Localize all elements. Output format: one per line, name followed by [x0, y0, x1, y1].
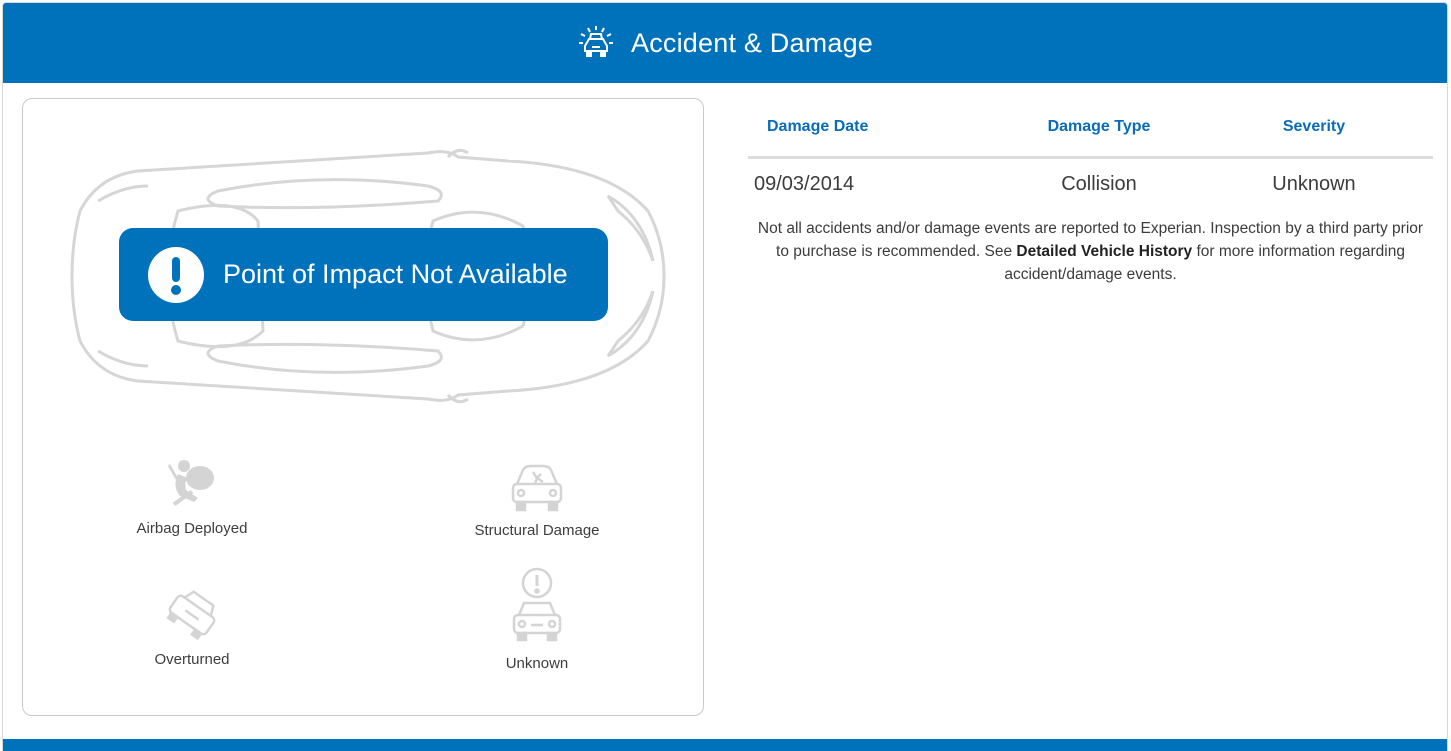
disclaimer-note: Not all accidents and/or damage events a…	[748, 217, 1433, 286]
overturned-car-icon	[166, 590, 216, 641]
accident-damage-card: Accident & Damage Point of Impact Not Av…	[2, 2, 1448, 751]
cell-damage-date: 09/03/2014	[754, 172, 855, 195]
next-section-header	[3, 739, 1447, 751]
table-row: 09/03/2014 Collision Unknown	[748, 159, 1433, 209]
cell-severity: Unknown	[1272, 172, 1356, 195]
section-title: Accident & Damage	[630, 27, 874, 58]
cell-damage-type: Collision	[1061, 172, 1137, 195]
structural-damage-icon	[511, 464, 563, 512]
unknown-damage-icon	[512, 567, 562, 642]
exclamation-icon	[148, 246, 204, 303]
detailed-vehicle-history-link[interactable]: Detailed Vehicle History	[1016, 243, 1192, 260]
legend-label: Airbag Deployed	[136, 520, 248, 537]
legend-label: Unknown	[505, 655, 569, 672]
column-header-damage-type: Damage Type	[1047, 118, 1151, 135]
column-header-severity: Severity	[1282, 118, 1346, 135]
car-crash-icon	[577, 24, 615, 62]
legend-label: Structural Damage	[474, 522, 600, 539]
legend-airbag-deployed: Airbag Deployed	[92, 456, 292, 537]
impact-diagram-panel: Point of Impact Not Available Airbag Dep…	[22, 98, 704, 716]
airbag-icon	[168, 460, 214, 506]
table-header: Damage Date Damage Type Severity	[748, 98, 1433, 159]
point-of-impact-banner: Point of Impact Not Available	[119, 228, 608, 321]
legend-structural-damage: Structural Damage	[437, 462, 637, 539]
damage-records: Damage Date Damage Type Severity 09/03/2…	[748, 98, 1433, 286]
point-of-impact-text: Point of Impact Not Available	[223, 259, 568, 289]
legend-label: Overturned	[154, 651, 230, 668]
section-header: Accident & Damage	[3, 3, 1447, 83]
column-header-damage-date: Damage Date	[767, 118, 869, 135]
legend-overturned: Overturned	[92, 587, 292, 668]
legend-unknown: Unknown	[437, 567, 637, 672]
